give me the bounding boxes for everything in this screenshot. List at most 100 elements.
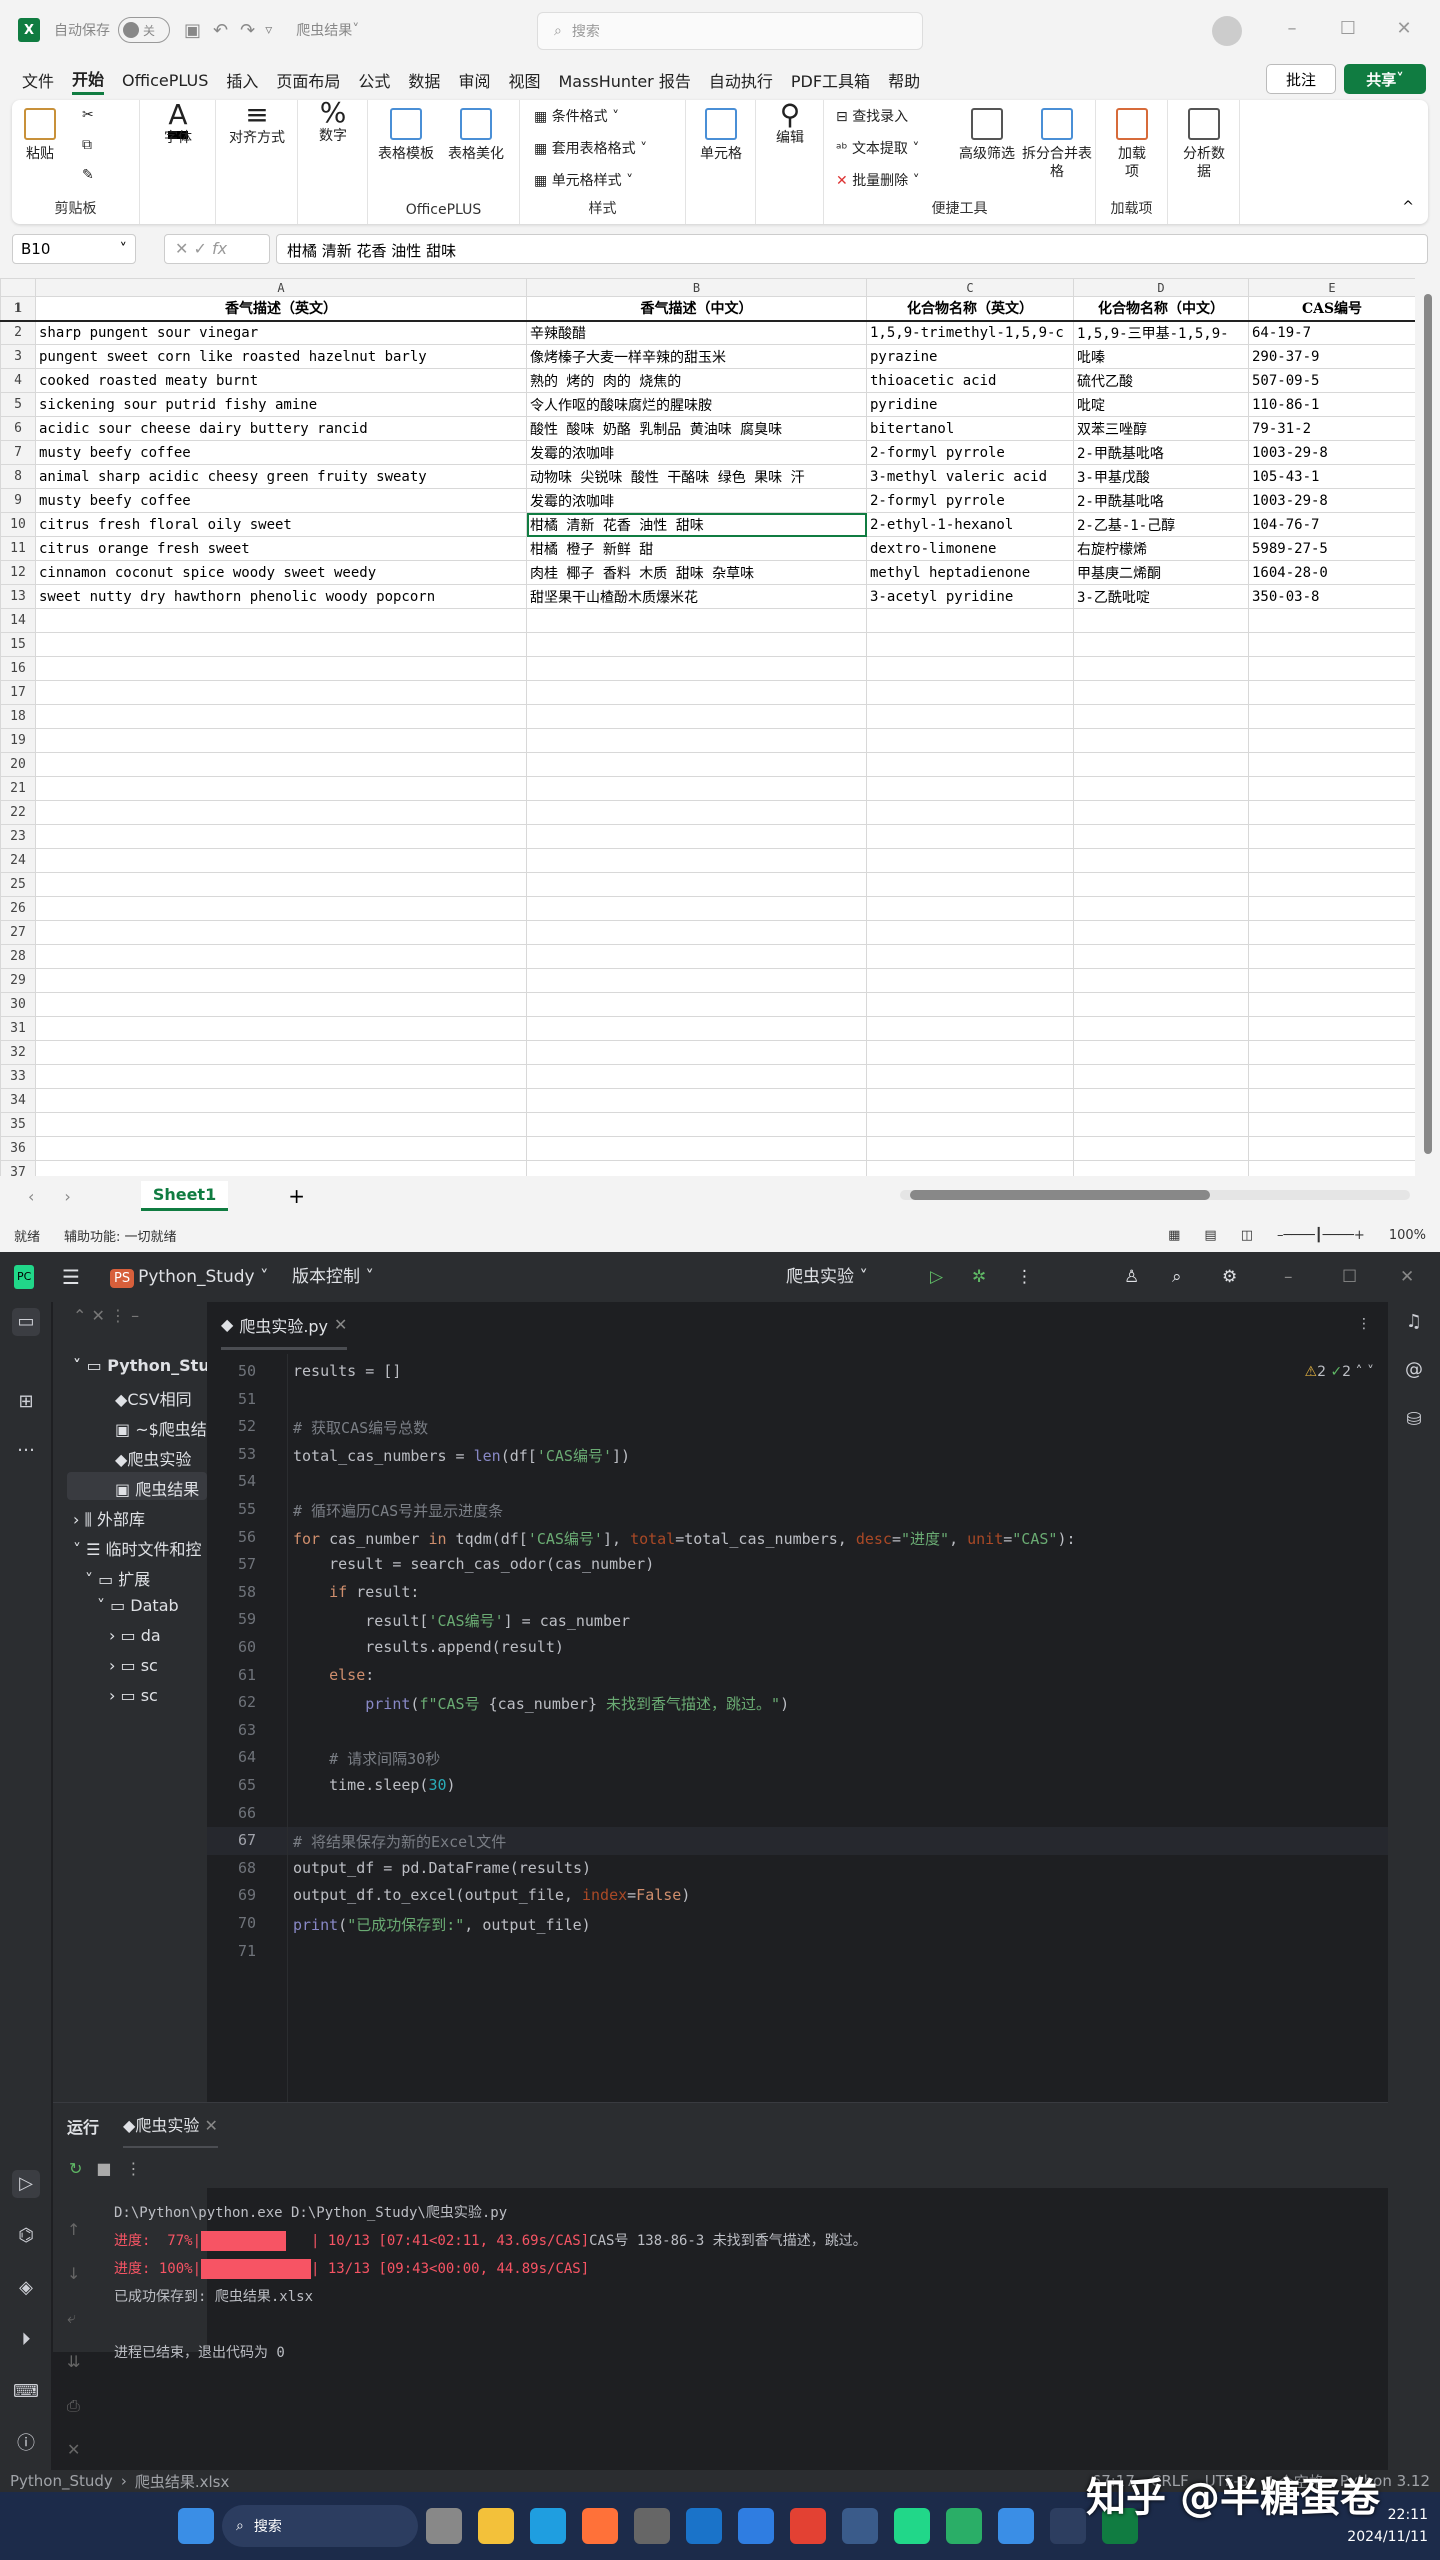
collab-icon[interactable]: ♙ [1124, 1265, 1139, 1289]
cell[interactable]: 1,5,9-三甲基-1,5,9- [1073, 320, 1249, 345]
horizontal-scrollbar[interactable] [900, 1190, 1410, 1200]
zoom-slider[interactable]: –────┃────+ [1277, 1228, 1365, 1243]
tab-home[interactable]: 开始 [72, 66, 105, 95]
main-menu-icon[interactable]: ☰ [62, 1265, 80, 1289]
text-extract-button[interactable]: ᵃᵇ 文本提取 ˅ [836, 140, 919, 158]
cell[interactable]: thioacetic acid [866, 368, 1074, 393]
cell[interactable] [1073, 1160, 1249, 1176]
cell[interactable] [1248, 992, 1415, 1017]
cell[interactable] [866, 1160, 1074, 1176]
code-line[interactable]: else: [293, 1666, 374, 1684]
column-header[interactable]: A [35, 278, 527, 297]
cell[interactable] [526, 1136, 867, 1161]
cell[interactable] [866, 680, 1074, 705]
cell[interactable]: 104-76-7 [1248, 512, 1415, 537]
find-entry-button[interactable]: ⊟ 查找录入 [836, 108, 908, 126]
app-icon[interactable] [842, 2508, 878, 2544]
cell[interactable] [35, 1136, 527, 1161]
column-header[interactable]: D [1073, 278, 1249, 297]
save-icon[interactable]: ▣ [184, 20, 201, 41]
cell[interactable]: animal sharp acidic cheesy green fruity … [35, 464, 527, 489]
row-number[interactable]: 4 [0, 368, 36, 393]
analyze-data-button[interactable]: 分析数据 [1178, 108, 1230, 181]
cell[interactable] [866, 896, 1074, 921]
row-number[interactable]: 3 [0, 344, 36, 369]
tree-item[interactable]: › ▭ sc [109, 1656, 158, 1675]
row-number[interactable]: 2 [0, 320, 36, 345]
tree-toolbar[interactable]: ⌃ ✕ ⋮ – [73, 1306, 139, 1325]
cell[interactable]: 1003-29-8 [1248, 440, 1415, 465]
tab-view[interactable]: 视图 [508, 68, 540, 92]
row-number[interactable]: 35 [0, 1112, 36, 1137]
cell[interactable] [35, 1064, 527, 1089]
cell[interactable] [35, 728, 527, 753]
cell[interactable] [866, 632, 1074, 657]
code-line[interactable]: output_df.to_excel(output_file, index=Fa… [293, 1886, 690, 1904]
cell[interactable] [866, 824, 1074, 849]
code-line[interactable]: # 获取CAS编号总数 [293, 1417, 428, 1438]
cell[interactable]: 1604-28-0 [1248, 560, 1415, 585]
cell[interactable] [1073, 728, 1249, 753]
format-painter-icon[interactable]: ✎ [82, 166, 94, 184]
batch-delete-button[interactable]: ✕ 批量删除 ˅ [836, 172, 920, 190]
cell[interactable] [35, 800, 527, 825]
row-number[interactable]: 16 [0, 656, 36, 681]
code-line[interactable]: results.append(result) [293, 1638, 564, 1656]
cell[interactable] [35, 824, 527, 849]
row-number[interactable]: 25 [0, 872, 36, 897]
cell[interactable] [1248, 920, 1415, 945]
cell[interactable] [35, 632, 527, 657]
taskbar-search[interactable]: ⌕ 搜索 [222, 2505, 418, 2547]
row-number[interactable]: 13 [0, 584, 36, 609]
cell[interactable]: 甜坚果干山楂酚木质爆米花 [526, 584, 867, 609]
cell[interactable] [35, 944, 527, 969]
cell[interactable] [1073, 1088, 1249, 1113]
cell[interactable] [526, 824, 867, 849]
cell[interactable]: 发霉的浓咖啡 [526, 440, 867, 465]
tab-page-layout[interactable]: 页面布局 [276, 68, 340, 92]
tab-automate[interactable]: 自动执行 [709, 68, 773, 92]
project-tool-icon[interactable]: ▭ [12, 1308, 40, 1336]
cell[interactable]: musty beefy coffee [35, 440, 527, 465]
row-number[interactable]: 29 [0, 968, 36, 993]
project-switcher[interactable]: PS Python_Study ˅ [110, 1265, 269, 1291]
cell[interactable] [1073, 944, 1249, 969]
page-layout-icon[interactable]: ▤ [1204, 1228, 1216, 1243]
cell[interactable]: 2-ethyl-1-hexanol [866, 512, 1074, 537]
notifications-icon[interactable]: ♫ [1400, 1308, 1428, 1336]
tab-pdf-tools[interactable]: PDF工具箱 [791, 68, 870, 92]
cell[interactable]: 动物味 尖锐味 酸性 干酪味 绿色 果味 汗 [526, 464, 867, 489]
console-side-tools[interactable]: ↑ ↓ ⤶ ⇊ ⎙ ✕ [67, 2208, 80, 2472]
row-number[interactable]: 36 [0, 1136, 36, 1161]
more-tools-icon[interactable]: … [12, 1432, 40, 1460]
row-number[interactable]: 22 [0, 800, 36, 825]
cell[interactable]: pyridine [866, 392, 1074, 417]
cell[interactable] [1073, 1064, 1249, 1089]
cell[interactable]: 吡嗪 [1073, 344, 1249, 369]
tree-item[interactable]: ◆CSV相同 [115, 1386, 192, 1410]
vertical-scrollbar[interactable] [1415, 278, 1440, 1184]
cell[interactable]: 发霉的浓咖啡 [526, 488, 867, 513]
cell[interactable] [1073, 992, 1249, 1017]
cell[interactable]: 化合物名称（中文） [1073, 296, 1249, 322]
cell[interactable] [526, 608, 867, 633]
cell[interactable]: 290-37-9 [1248, 344, 1415, 369]
tree-item-selected[interactable]: ▣ 爬虫结果 [67, 1472, 207, 1500]
cell[interactable] [1248, 752, 1415, 777]
app-icon[interactable] [686, 2508, 722, 2544]
row-number[interactable]: 11 [0, 536, 36, 561]
tree-item[interactable]: ◆爬虫实验 [115, 1446, 191, 1470]
cell[interactable] [866, 1112, 1074, 1137]
cell[interactable] [35, 752, 527, 777]
tab-officeplus[interactable]: OfficePLUS [122, 71, 208, 90]
tab-data[interactable]: 数据 [408, 68, 440, 92]
cell[interactable]: methyl heptadienone [866, 560, 1074, 585]
row-number[interactable]: 26 [0, 896, 36, 921]
cell[interactable]: bitertanol [866, 416, 1074, 441]
maximize-icon[interactable]: ☐ [1342, 1265, 1357, 1289]
select-all[interactable] [0, 278, 36, 297]
tree-item[interactable]: › ⫼ 外部库 [73, 1506, 145, 1530]
row-number[interactable]: 17 [0, 680, 36, 705]
tab-masshunter[interactable]: MassHunter 报告 [558, 68, 690, 92]
row-number[interactable]: 8 [0, 464, 36, 489]
